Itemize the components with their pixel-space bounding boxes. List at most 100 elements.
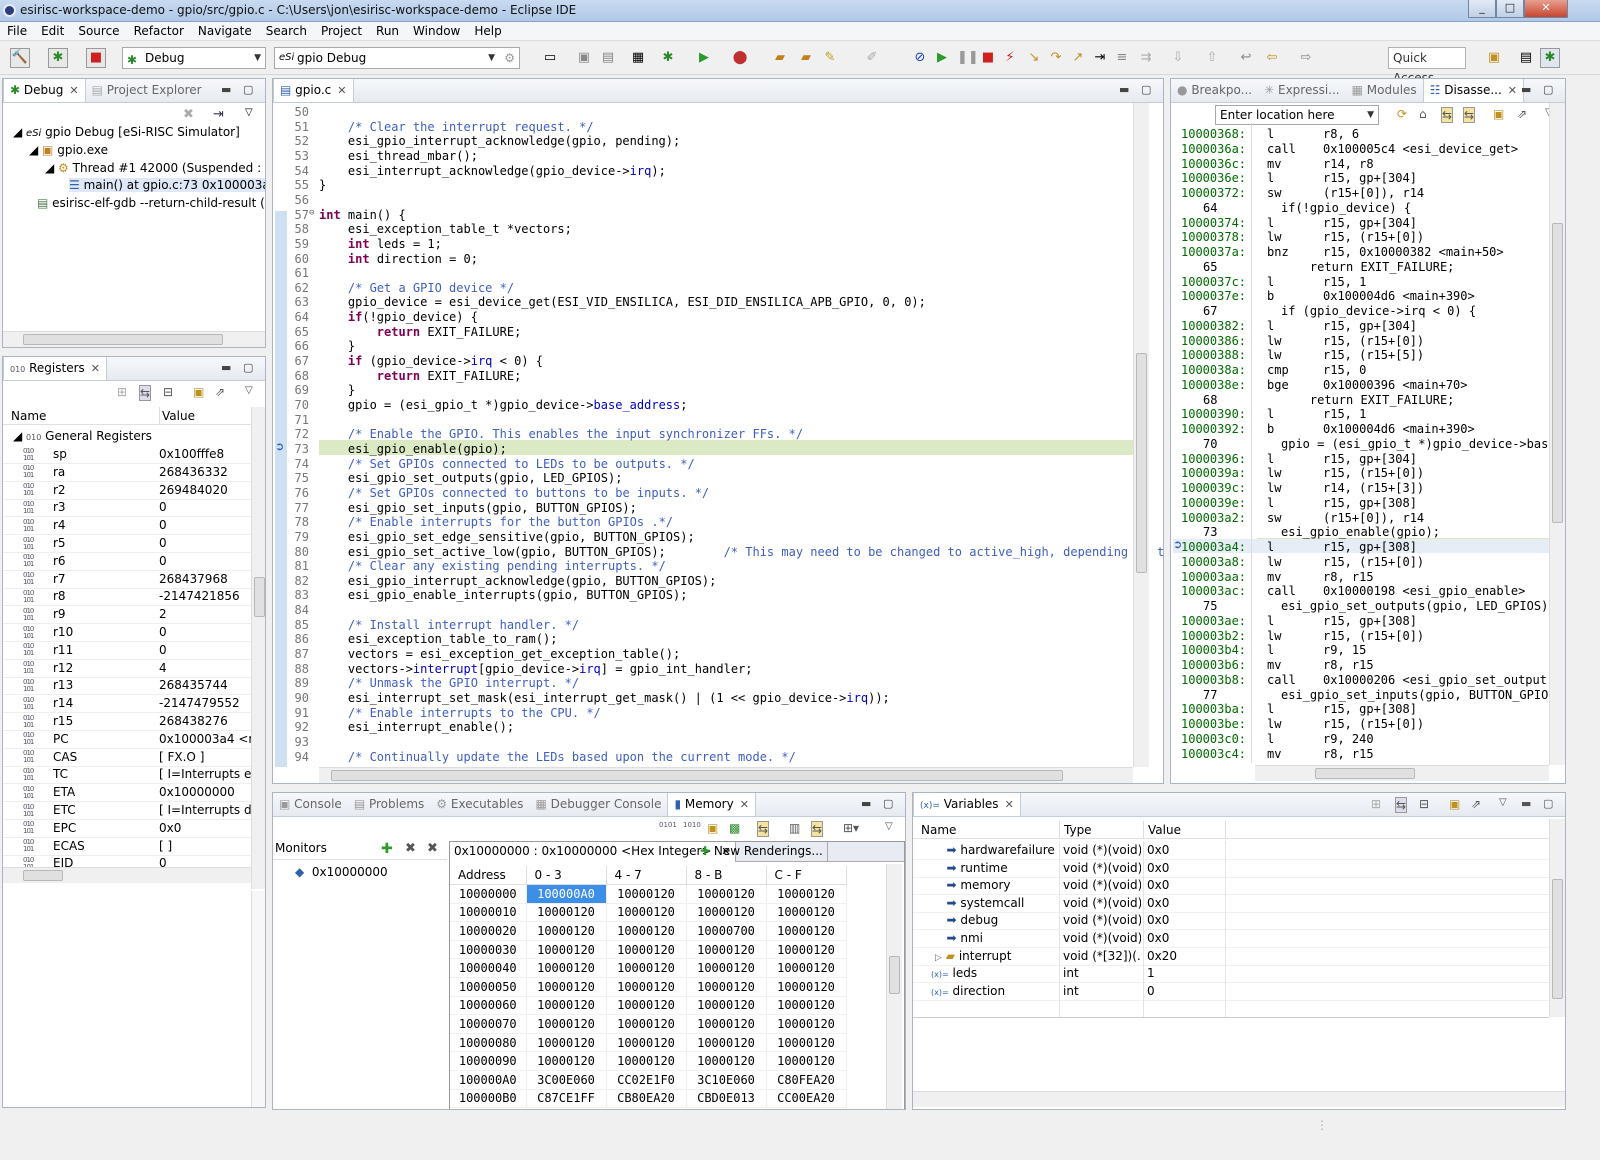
last-edit-icon[interactable]: ↩: [1236, 48, 1256, 68]
minimize-view-icon[interactable]: ▬: [1521, 83, 1531, 96]
save-memory-icon[interactable]: ▩: [729, 821, 740, 835]
view-menu-icon[interactable]: ▽: [245, 385, 253, 396]
open-folder-icon[interactable]: ▰: [770, 48, 790, 68]
close-icon[interactable]: ✕: [91, 362, 100, 375]
remove-monitor-icon[interactable]: ✖: [405, 841, 416, 856]
horizontal-scrollbar[interactable]: [1255, 765, 1549, 781]
horizontal-scrollbar[interactable]: [913, 1091, 1565, 1107]
step-mode-icon[interactable]: ⇥: [213, 107, 224, 122]
memory-cell[interactable]: 10000120: [686, 996, 767, 1016]
new-icon[interactable]: ▭: [540, 48, 560, 68]
tab-disassembly[interactable]: ☷ Disasse... ✕: [1422, 79, 1525, 102]
memory-cell[interactable]: 10000120: [526, 921, 607, 941]
close-icon[interactable]: ✕: [1508, 84, 1517, 97]
run-icon[interactable]: ▶: [694, 48, 714, 68]
memory-cell[interactable]: 10000120: [526, 1033, 607, 1053]
tab-gpio-c[interactable]: ▤ gpio.c ✕: [273, 79, 354, 102]
menu-project[interactable]: Project: [314, 22, 369, 38]
memory-cell[interactable]: CB80EA20: [606, 1089, 687, 1109]
memory-cell[interactable]: 10000120: [686, 1014, 767, 1034]
register-row[interactable]: 010 101 r7: [23, 572, 66, 587]
collapse-all-icon[interactable]: ⊟: [1419, 797, 1429, 811]
open-perspective-icon[interactable]: ▣: [1484, 48, 1504, 68]
maximize-view-icon[interactable]: ▢: [243, 83, 253, 96]
memory-cell[interactable]: 3C10E060: [686, 1070, 767, 1090]
variable-row[interactable]: ➡ debug: [935, 913, 998, 927]
forward-icon[interactable]: ⇨: [1296, 48, 1316, 68]
vertical-scrollbar[interactable]: [1549, 103, 1565, 765]
collapse-all-icon[interactable]: ⊟: [163, 385, 173, 399]
register-row[interactable]: 010 101 PC: [23, 732, 69, 747]
instruction-step-icon[interactable]: ⇥: [1090, 48, 1110, 68]
number-format-icon[interactable]: ⇆: [1395, 797, 1408, 813]
register-row[interactable]: 010 101 r8: [23, 589, 66, 604]
menu-source[interactable]: Source: [71, 22, 126, 38]
tab-problems[interactable]: ▤ Problems: [348, 793, 430, 816]
variable-row[interactable]: ➡ systemcall: [935, 896, 1024, 910]
new-view-icon[interactable]: ▣: [193, 385, 204, 399]
column-value[interactable]: Value: [1143, 821, 1181, 839]
menu-file[interactable]: File: [0, 22, 34, 38]
minimize-view-icon[interactable]: ▬: [221, 361, 231, 374]
vertical-scrollbar[interactable]: [1133, 103, 1149, 767]
expand-icon[interactable]: ▷: [935, 953, 942, 963]
open-type-icon[interactable]: ▰: [796, 48, 816, 68]
import-icon[interactable]: 0101: [659, 821, 677, 829]
memory-cell[interactable]: 10000120: [526, 996, 607, 1016]
refresh-icon[interactable]: ⟳: [1397, 107, 1407, 121]
register-row[interactable]: 010 101 r6: [23, 554, 66, 569]
minimize-view-icon[interactable]: ▬: [861, 797, 871, 810]
layout-icon[interactable]: ⊞: [1371, 797, 1381, 811]
memory-cell[interactable]: 10000120: [766, 884, 847, 904]
layout-menu-icon[interactable]: ⊞▾: [843, 821, 859, 835]
register-row[interactable]: 010 101 sp: [23, 447, 67, 462]
register-row[interactable]: 010 101 TC: [23, 767, 68, 782]
maximize-button[interactable]: □: [1496, 0, 1524, 18]
suspend-icon[interactable]: ❚❚: [956, 48, 979, 68]
view-menu-icon[interactable]: ▽: [885, 821, 893, 832]
skip-breakpoints-icon[interactable]: ⊘: [910, 48, 930, 68]
memory-column-header[interactable]: 4 - 7: [606, 866, 687, 886]
memory-cell[interactable]: 10000120: [686, 940, 767, 960]
variable-row[interactable]: ➡ runtime: [935, 861, 1007, 875]
horizontal-scrollbar[interactable]: [319, 767, 1133, 783]
back-icon[interactable]: ⇦: [1262, 48, 1282, 68]
memory-cell[interactable]: CBD0E013: [686, 1089, 767, 1109]
show-source-icon[interactable]: ⇆: [1463, 107, 1476, 123]
register-row[interactable]: 010 101 r12: [23, 661, 73, 676]
edit-icon[interactable]: ✐: [862, 48, 882, 68]
memory-column-header[interactable]: 8 - B: [686, 866, 767, 886]
tab-debug[interactable]: ✱ Debug ✕: [3, 79, 86, 102]
menu-run[interactable]: Run: [369, 22, 406, 38]
variable-row[interactable]: ➡ memory: [935, 878, 1010, 892]
maximize-view-icon[interactable]: ▢: [1141, 83, 1151, 96]
menu-edit[interactable]: Edit: [34, 22, 71, 38]
fold-icon[interactable]: ⊖: [309, 208, 314, 218]
variable-row[interactable]: (x)= direction: [931, 984, 1005, 998]
register-row[interactable]: 010 101 ra: [23, 465, 65, 480]
step-over-icon[interactable]: ↷: [1046, 48, 1066, 68]
memory-column-header[interactable]: Address: [450, 866, 527, 886]
memory-cell[interactable]: 10000120: [686, 903, 767, 923]
memory-cell[interactable]: 10000120: [766, 940, 847, 960]
column-name[interactable]: Name: [11, 407, 46, 425]
memory-cell[interactable]: 10000120: [766, 977, 847, 997]
memory-cell[interactable]: 100000A0: [526, 884, 607, 904]
memory-cell[interactable]: 10000120: [686, 884, 767, 904]
view-menu-icon[interactable]: ▽: [1499, 797, 1507, 808]
step-return-icon[interactable]: ↗: [1068, 48, 1088, 68]
variable-row[interactable]: ➡ hardwarefailure: [935, 843, 1054, 857]
export-icon[interactable]: 1010: [683, 821, 701, 829]
empty-scrollbar[interactable]: [251, 891, 265, 1107]
quick-access-input[interactable]: Quick Access: [1388, 47, 1466, 85]
new-tab-icon[interactable]: ▣: [707, 821, 718, 835]
close-icon[interactable]: ✕: [337, 84, 346, 97]
tab-project-explorer[interactable]: ▤ Project Explorer: [86, 79, 208, 102]
menu-refactor[interactable]: Refactor: [127, 22, 191, 38]
register-row[interactable]: 010 101 r13: [23, 678, 73, 693]
toggle-split-icon[interactable]: ⇆: [757, 821, 770, 837]
register-row[interactable]: 010 101 r3: [23, 500, 66, 515]
perspective-debug-icon[interactable]: ✱: [1540, 48, 1560, 68]
memory-cell[interactable]: 10000120: [606, 958, 687, 979]
memory-cell[interactable]: CC02E1F0: [606, 1070, 687, 1090]
